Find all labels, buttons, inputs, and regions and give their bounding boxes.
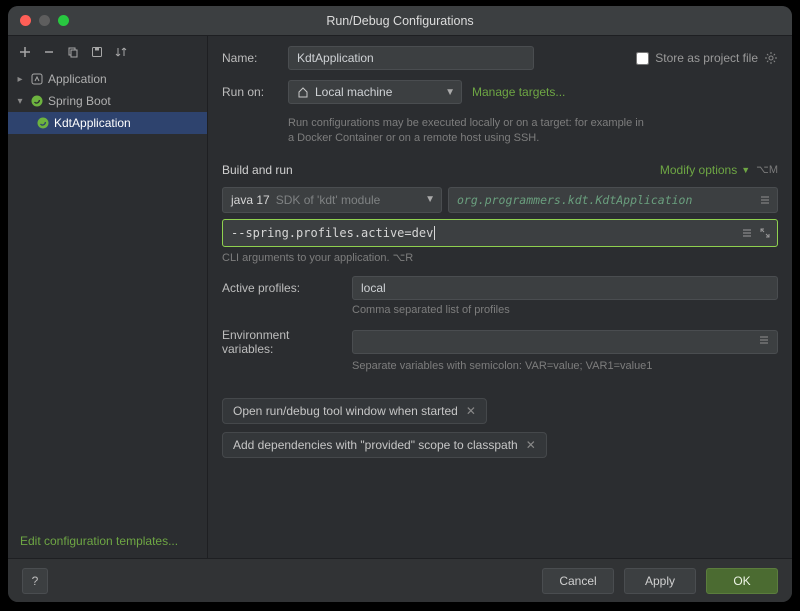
list-icon[interactable] [758, 334, 770, 346]
store-label: Store as project file [655, 51, 758, 65]
build-run-title: Build and run [222, 163, 293, 177]
active-profiles-row: Active profiles: [222, 276, 778, 300]
spring-icon [30, 94, 44, 108]
runon-row: Run on: Local machine ▼ Manage targets..… [222, 80, 778, 104]
envvar-hint: Separate variables with semicolon: VAR=v… [352, 360, 778, 372]
tree-label: KdtApplication [54, 116, 131, 130]
chip-provided-scope[interactable]: Add dependencies with "provided" scope t… [222, 432, 547, 458]
apply-label: Apply [645, 574, 675, 588]
apply-button[interactable]: Apply [624, 568, 696, 594]
chevron-down-icon: ▼ [445, 87, 455, 98]
jdk-mainclass-row: java 17 SDK of 'kdt' module ▼ org.progra… [222, 187, 778, 213]
text-cursor [434, 226, 435, 240]
active-profiles-label: Active profiles: [222, 281, 342, 295]
runon-label: Run on: [222, 85, 278, 99]
sort-config-button[interactable] [110, 42, 132, 62]
dialog-footer: ? Cancel Apply OK [8, 558, 792, 602]
application-icon [30, 72, 44, 86]
spring-icon [36, 116, 50, 130]
jdk-module: SDK of 'kdt' module [276, 193, 381, 207]
chip-label: Add dependencies with "provided" scope t… [233, 438, 518, 452]
close-icon[interactable]: ✕ [526, 438, 536, 452]
config-form: Name: Store as project file Run on: Loca [208, 36, 792, 558]
minimize-window-icon[interactable] [39, 15, 50, 26]
active-profiles-hint: Comma separated list of profiles [352, 304, 778, 316]
modify-options-label: Modify options [660, 163, 737, 177]
name-input[interactable] [288, 46, 534, 70]
store-checkbox[interactable] [636, 52, 649, 65]
cli-value: --spring.profiles.active=dev [231, 226, 433, 240]
chevron-down-icon: ▾ [14, 96, 26, 107]
gear-icon[interactable] [764, 51, 778, 65]
window-controls [8, 15, 69, 26]
runon-value: Local machine [315, 85, 392, 99]
manage-targets-link[interactable]: Manage targets... [472, 85, 565, 99]
name-row: Name: Store as project file [222, 46, 778, 70]
envvar-row: Environment variables: [222, 328, 778, 356]
modify-shortcut: ⌥M [756, 163, 778, 176]
jdk-java: java 17 [231, 193, 270, 207]
chip-open-tool-window[interactable]: Open run/debug tool window when started … [222, 398, 487, 424]
config-toolbar [8, 36, 207, 66]
list-icon[interactable] [759, 194, 771, 206]
chevron-down-icon: ▼ [425, 194, 435, 205]
program-arguments-input[interactable]: --spring.profiles.active=dev [222, 219, 778, 247]
ok-button[interactable]: OK [706, 568, 778, 594]
tree-label: Spring Boot [48, 94, 111, 108]
edit-templates-link[interactable]: Edit configuration templates... [8, 524, 207, 558]
jdk-select[interactable]: java 17 SDK of 'kdt' module ▼ [222, 187, 442, 213]
main-class-value: org.programmers.kdt.KdtApplication [457, 193, 692, 207]
store-as-project-file[interactable]: Store as project file [636, 51, 778, 65]
remove-config-button[interactable] [38, 42, 60, 62]
modify-options-link[interactable]: Modify options ▼ [660, 163, 750, 177]
save-config-button[interactable] [86, 42, 108, 62]
expand-icon[interactable] [759, 227, 771, 239]
left-panel: ▸ Application ▾ Spring Boot KdtApplicati… [8, 36, 208, 558]
build-run-header: Build and run Modify options ▼ ⌥M [222, 163, 778, 177]
cli-hint: CLI arguments to your application. ⌥R [222, 251, 778, 264]
close-icon[interactable]: ✕ [466, 404, 476, 418]
envvar-label: Environment variables: [222, 328, 342, 356]
dialog-window: Run/Debug Configurations ▸ Application ▾ [8, 6, 792, 602]
runon-hint: Run configurations may be executed local… [288, 116, 648, 147]
copy-config-button[interactable] [62, 42, 84, 62]
tree-item-kdtapplication[interactable]: KdtApplication [8, 112, 207, 134]
help-button[interactable]: ? [22, 568, 48, 594]
config-tree: ▸ Application ▾ Spring Boot KdtApplicati… [8, 66, 207, 524]
envvar-input[interactable] [352, 330, 778, 354]
cancel-button[interactable]: Cancel [542, 568, 614, 594]
main-class-field[interactable]: org.programmers.kdt.KdtApplication [448, 187, 778, 213]
chevron-down-icon: ▼ [741, 165, 750, 175]
home-icon [297, 86, 309, 98]
ok-label: OK [733, 574, 750, 588]
chip-label: Open run/debug tool window when started [233, 404, 458, 418]
tree-label: Application [48, 72, 107, 86]
close-window-icon[interactable] [20, 15, 31, 26]
chevron-right-icon: ▸ [14, 74, 26, 85]
option-chips: Open run/debug tool window when started … [222, 398, 778, 458]
zoom-window-icon[interactable] [58, 15, 69, 26]
tree-item-spring-boot[interactable]: ▾ Spring Boot [8, 90, 207, 112]
titlebar: Run/Debug Configurations [8, 6, 792, 36]
name-label: Name: [222, 51, 278, 65]
cancel-label: Cancel [559, 574, 596, 588]
help-label: ? [32, 574, 39, 588]
add-config-button[interactable] [14, 42, 36, 62]
list-icon[interactable] [741, 227, 753, 239]
tree-item-application[interactable]: ▸ Application [8, 68, 207, 90]
dialog-title: Run/Debug Configurations [8, 14, 792, 28]
active-profiles-input[interactable] [352, 276, 778, 300]
runon-select[interactable]: Local machine ▼ [288, 80, 462, 104]
